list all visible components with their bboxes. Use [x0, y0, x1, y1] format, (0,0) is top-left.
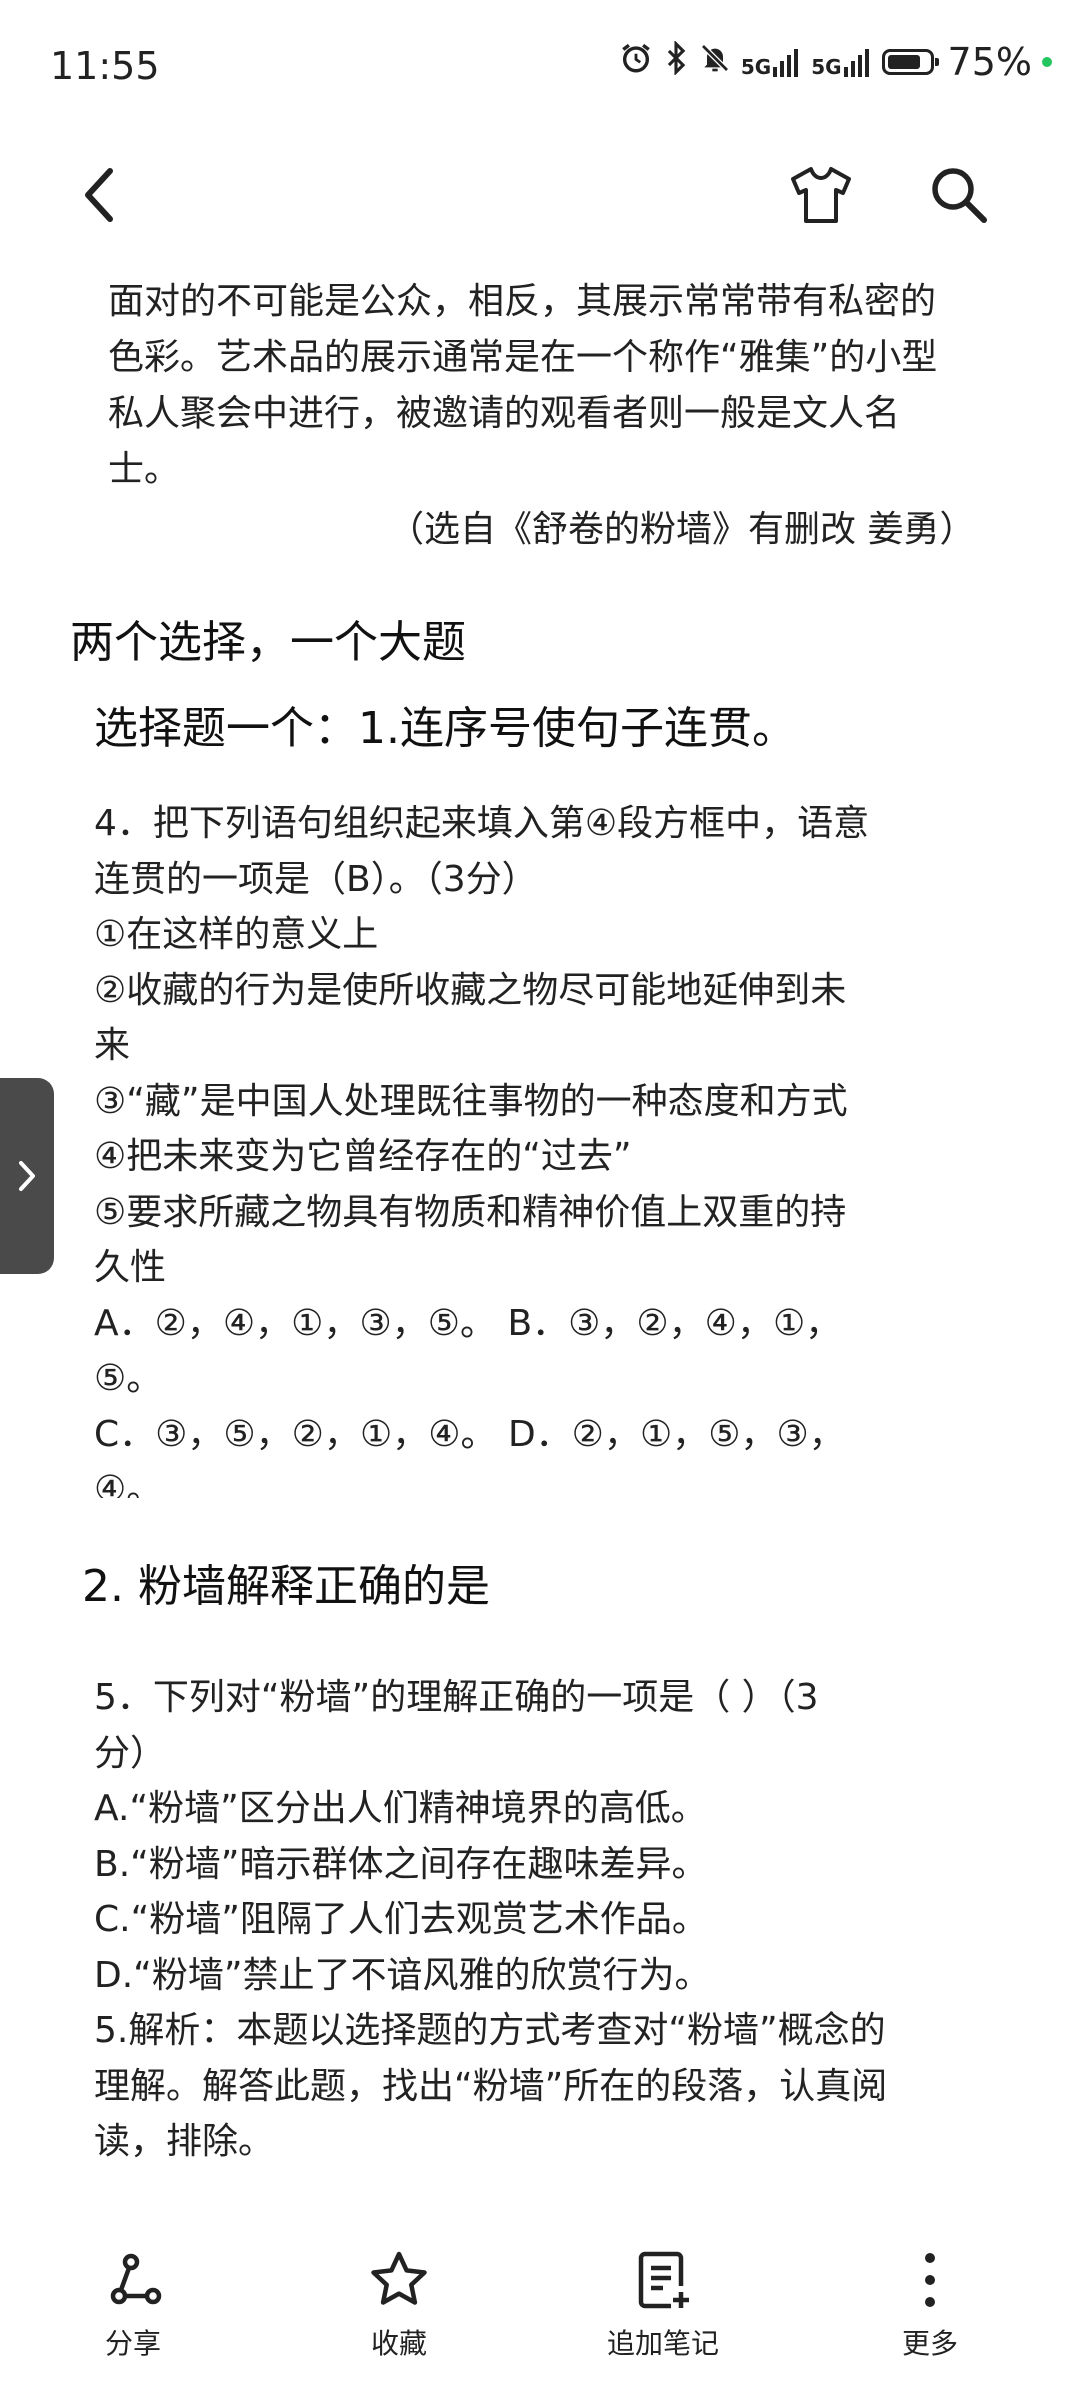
intro-paragraph: 面对的不可能是公众，相反，其展示常常带有私密的 色彩。艺术品的展示通常是在一个称… — [108, 274, 1068, 498]
text-line: 连贯的一项是（B）。（3分） — [94, 858, 538, 900]
network-type-label: 5G — [740, 55, 772, 79]
back-button[interactable] — [70, 160, 130, 230]
section-heading: 两个选择，一个大题 — [70, 617, 466, 668]
signal-icon-2: 5G — [811, 47, 871, 77]
more-label: 更多 — [901, 2327, 958, 2360]
tshirt-icon — [791, 167, 851, 223]
question-heading-1: 选择题一个：1.连序号使句子连贯。 — [94, 703, 796, 754]
text-line: C．③，⑤，②，①，④。 D．②，①，⑤，③， — [94, 1413, 845, 1455]
text-line: ④把未来变为它曾经存在的“过去” — [94, 1136, 632, 1177]
bottom-action-bar: 分享 收藏 追加笔记 更多 — [0, 2220, 1080, 2387]
favorite-label: 收藏 — [370, 2327, 427, 2360]
share-label: 分享 — [104, 2327, 161, 2360]
text-line: 4．把下列语句组织起来填入第④段方框中，语意 — [94, 803, 870, 844]
text-line: A.“粉墙”区分出人们精神境界的高低。 — [94, 1788, 707, 1829]
search-button[interactable] — [924, 160, 994, 230]
status-icons: 5G 5G 75% — [619, 40, 1052, 84]
battery-icon — [881, 49, 939, 75]
alarm-icon — [619, 40, 653, 84]
text-line: 色彩。艺术品的展示通常是在一个称作“雅集”的小型 — [108, 337, 938, 378]
question-heading-2: 2. 粉墙解释正确的是 — [82, 1561, 490, 1612]
text-line: C.“粉墙”阻隔了人们去观赏艺术作品。 — [94, 1899, 708, 1940]
text-line: 分） — [94, 1732, 167, 1774]
text-line: ④。 — [94, 1469, 163, 1498]
add-note-button[interactable]: 追加笔记 — [563, 2248, 763, 2362]
chevron-right-icon — [19, 1161, 35, 1191]
text-line: B.“粉墙”暗示群体之间存在趣味差异。 — [94, 1843, 708, 1885]
share-icon — [110, 2253, 162, 2305]
search-icon — [932, 168, 987, 223]
text-line: ②收藏的行为是使所收藏之物尽可能地延伸到未 — [94, 969, 847, 1011]
bluetooth-icon — [663, 40, 689, 84]
theme-button[interactable] — [786, 160, 856, 230]
question-4-block: 4．把下列语句组织起来填入第④段方框中，语意 连贯的一项是（B）。（3分） ①在… — [94, 796, 1064, 1498]
side-drawer-handle[interactable] — [0, 1078, 54, 1274]
text-line: 士。 — [108, 449, 181, 490]
more-button[interactable]: 更多 — [830, 2248, 1030, 2362]
favorite-button[interactable]: 收藏 — [299, 2248, 499, 2362]
text-line: ⑤。 — [94, 1358, 163, 1399]
mute-bell-icon — [699, 40, 731, 84]
text-line: D.“粉墙”禁止了不谙风雅的欣赏行为。 — [94, 1954, 711, 1996]
text-line: A．②，④，①，③，⑤。 B．③，②，④，①， — [94, 1302, 842, 1344]
add-note-icon — [638, 2251, 689, 2309]
network-type-label: 5G — [811, 55, 842, 79]
status-time: 11:55 — [50, 44, 160, 88]
text-line: 面对的不可能是公众，相反，其展示常常带有私密的 — [108, 281, 937, 322]
text-line: 5．下列对“粉墙”的理解正确的一项是（ ）（3 — [94, 1677, 819, 1718]
star-icon — [371, 2251, 427, 2305]
privacy-indicator-dot — [1042, 57, 1052, 67]
text-line: ①在这样的意义上 — [94, 914, 379, 955]
text-line: 私人聚会中进行，被邀请的观看者则一般是文人名 — [108, 393, 901, 434]
question-5-block: 5．下列对“粉墙”的理解正确的一项是（ ）（3 分） A.“粉墙”区分出人们精神… — [94, 1670, 1064, 2170]
text-line: 久性 — [94, 1247, 167, 1288]
signal-icon-1: 5G — [741, 47, 801, 77]
add-note-label: 追加笔记 — [606, 2327, 719, 2360]
share-button[interactable]: 分享 — [33, 2248, 233, 2362]
more-vertical-icon — [925, 2253, 935, 2307]
text-line: ⑤要求所藏之物具有物质和精神价值上双重的持 — [94, 1191, 847, 1233]
text-line: 理解。解答此题，找出“粉墙”所在的段落，认真阅 — [94, 2065, 888, 2107]
text-line: 来 — [94, 1025, 131, 1066]
text-line: 读，排除。 — [94, 2121, 275, 2162]
text-line: ③“藏”是中国人处理既往事物的一种态度和方式 — [94, 1080, 848, 1122]
battery-percent: 75% — [947, 40, 1032, 84]
source-citation: （选自《舒卷的粉墙》有删改 姜勇） — [388, 509, 976, 550]
back-arrow-icon — [85, 168, 113, 222]
text-line: 5.解析：本题以选择题的方式考查对“粉墙”概念的 — [94, 2010, 886, 2051]
